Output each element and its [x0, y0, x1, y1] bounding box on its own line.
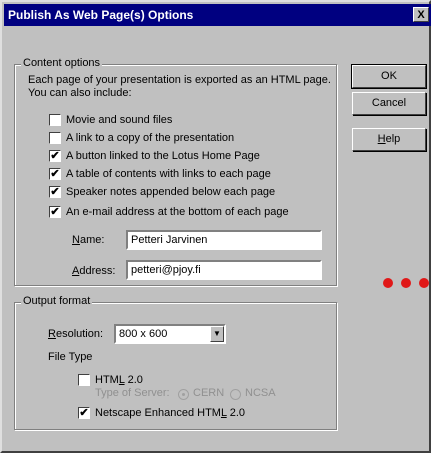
name-field[interactable]: Petteri Jarvinen [126, 230, 322, 250]
html20-label: HTML 2.0 [95, 374, 143, 386]
ncsa-radio[interactable] [230, 389, 241, 400]
check-mark: ✔ [50, 168, 60, 180]
help-button[interactable]: Help [352, 128, 426, 151]
content-option-label: A table of contents with links to each p… [66, 168, 271, 180]
publish-options-dialog: Publish As Web Page(s) Options X Content… [0, 0, 431, 453]
ok-button[interactable]: OK [351, 64, 427, 89]
content-option-label: An e-mail address at the bottom of each … [66, 206, 289, 218]
content-option-checkbox[interactable]: ✔ [49, 186, 61, 198]
content-option-label: Movie and sound files [66, 114, 173, 126]
check-mark: ✔ [50, 206, 60, 218]
ncsa-label: NCSA [245, 387, 276, 399]
resolution-select[interactable]: 800 x 600 ▼ [114, 324, 226, 344]
intro-text-line2: You can also include: [28, 87, 132, 99]
cern-label: CERN [193, 387, 225, 399]
address-label: Address: [72, 265, 116, 277]
content-option-checkbox[interactable]: ✔ [49, 150, 61, 162]
check-mark: ✔ [50, 186, 60, 198]
content-option-checkbox[interactable] [49, 114, 61, 126]
netscape-label: Netscape Enhanced HTML 2.0 [95, 407, 246, 419]
file-type-label: File Type [48, 351, 93, 363]
resolution-label: Resolution: [48, 328, 104, 340]
server-type-label: Type of Server: [95, 387, 170, 399]
window-titlebar: Publish As Web Page(s) Options X [4, 4, 431, 26]
netscape-check-mark: ✔ [79, 407, 89, 419]
content-option-checkbox[interactable]: ✔ [49, 206, 61, 218]
content-option-label: A link to a copy of the presentation [66, 132, 235, 144]
resolution-value: 800 x 600 [119, 328, 168, 340]
netscape-checkbox[interactable]: ✔ [78, 407, 90, 419]
red-dot-icon [383, 278, 393, 288]
red-dot-icon [419, 278, 429, 288]
content-option-checkbox[interactable] [49, 132, 61, 144]
check-mark: ✔ [50, 150, 60, 162]
intro-text-line1: Each page of your presentation is export… [28, 74, 331, 86]
window-title: Publish As Web Page(s) Options [8, 8, 194, 22]
close-button[interactable]: X [413, 7, 429, 22]
cern-radio[interactable] [178, 389, 189, 400]
html20-checkbox[interactable] [78, 374, 90, 386]
content-options-legend: Content options [21, 57, 103, 69]
name-label: Name: [72, 234, 105, 246]
content-option-checkbox[interactable]: ✔ [49, 168, 61, 180]
content-option-label: Speaker notes appended below each page [66, 186, 276, 198]
content-option-label: A button linked to the Lotus Home Page [66, 150, 260, 162]
output-format-legend: Output format [21, 295, 93, 307]
chevron-down-icon[interactable]: ▼ [210, 326, 224, 342]
cancel-button[interactable]: Cancel [352, 92, 426, 115]
address-field[interactable]: petteri@pjoy.fi [126, 260, 322, 280]
red-dot-icon [401, 278, 411, 288]
